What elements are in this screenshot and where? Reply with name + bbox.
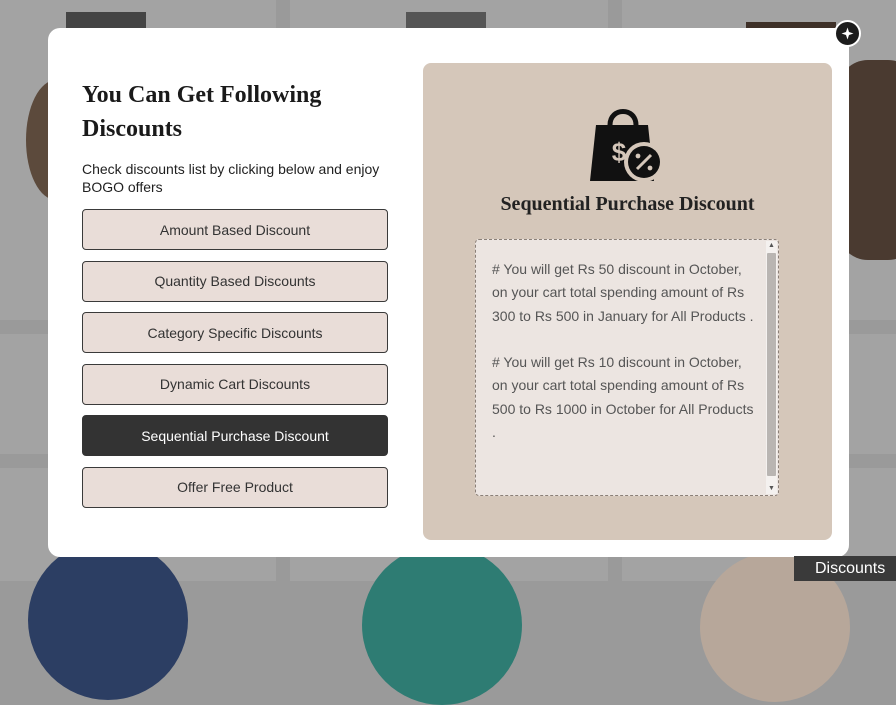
category-specific-discounts-button[interactable]: Category Specific Discounts <box>82 312 388 354</box>
close-button[interactable] <box>834 20 861 47</box>
discount-type-list: Amount Based Discount Quantity Based Dis… <box>82 209 388 519</box>
dynamic-cart-discounts-button[interactable]: Dynamic Cart Discounts <box>82 363 388 405</box>
detail-scrollbar[interactable]: ▲ ▼ <box>766 241 777 494</box>
detail-text: # You will get Rs 50 discount in October… <box>492 258 754 468</box>
close-icon <box>841 27 854 40</box>
quantity-based-discounts-button[interactable]: Quantity Based Discounts <box>82 260 388 302</box>
amount-based-discount-button[interactable]: Amount Based Discount <box>82 209 388 250</box>
shopping-bag-discount-icon: $ <box>590 109 664 182</box>
modal-left-column: You Can Get Following Discounts Check di… <box>82 78 388 196</box>
sequential-purchase-discount-button[interactable]: Sequential Purchase Discount <box>82 415 388 457</box>
modal-subtitle: Check discounts list by clicking below a… <box>82 161 380 195</box>
watch-strap <box>406 12 486 28</box>
detail-title: Sequential Purchase Discount <box>500 193 755 215</box>
modal-title: You Can Get Following Discounts <box>82 82 322 142</box>
discounts-floating-tab[interactable]: Discounts <box>794 556 896 581</box>
offer-free-product-button[interactable]: Offer Free Product <box>82 466 388 508</box>
discount-detail-panel: $ Sequential Purchase Discount # You wil… <box>423 63 832 540</box>
scroll-thumb[interactable] <box>767 253 776 476</box>
scroll-down-arrow-icon[interactable]: ▼ <box>766 484 777 494</box>
scroll-up-arrow-icon[interactable]: ▲ <box>766 241 777 251</box>
watch-image <box>362 545 522 705</box>
detail-paragraph: # You will get Rs 10 discount in October… <box>492 354 754 441</box>
discounts-modal: You Can Get Following Discounts Check di… <box>48 28 849 557</box>
watch-image <box>28 540 188 700</box>
watch-strap <box>66 12 146 28</box>
detail-paragraph: # You will get Rs 50 discount in October… <box>492 261 754 324</box>
discount-detail-box[interactable]: # You will get Rs 50 discount in October… <box>475 239 779 496</box>
